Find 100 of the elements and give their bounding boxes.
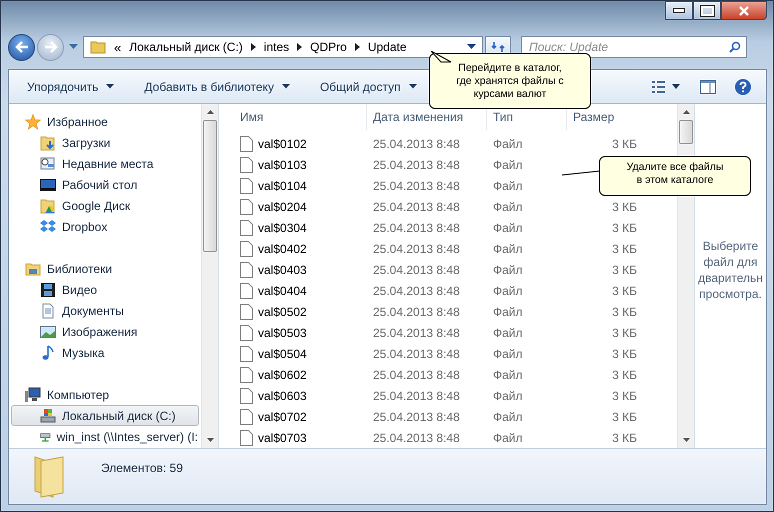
desktop-icon (40, 176, 56, 192)
scrollbar-thumb[interactable] (679, 120, 693, 144)
table-cell-text: 25.04.2013 8:48 (372, 430, 461, 444)
picture-icon (40, 324, 56, 340)
column-header[interactable]: Имя (234, 104, 367, 130)
caret-icon (282, 84, 290, 89)
address-bar[interactable]: « Локальный диск (C:) intes QDPro Update (83, 36, 483, 58)
download-folder-icon (40, 134, 56, 150)
preview-text: файл для (703, 254, 758, 270)
table-cell-text: Файл (492, 220, 524, 234)
file-name[interactable]: val$0603 (258, 388, 307, 402)
library-icon (25, 260, 41, 276)
file-name[interactable]: val$0104 (258, 178, 307, 192)
table-cell-text: 3 КБ (611, 304, 638, 318)
table-cell-text: 25.04.2013 8:48 (372, 388, 461, 402)
film-icon (40, 282, 56, 298)
file-icon (240, 262, 253, 278)
history-caret-icon[interactable] (69, 44, 78, 50)
navigation-item[interactable]: Google Диск (11, 195, 199, 216)
navigation-item[interactable]: Документы (11, 300, 199, 321)
file-name[interactable]: val$0204 (258, 200, 307, 214)
breadcrumb-arrow-icon[interactable] (297, 43, 302, 51)
table-cell-text: Файл (492, 158, 524, 172)
scroll-down-arrow-icon[interactable] (682, 438, 690, 442)
scrollbar-thumb[interactable] (203, 120, 217, 252)
table-cell-text: 25.04.2013 8:48 (372, 220, 461, 234)
file-name[interactable]: val$0102 (258, 136, 307, 150)
table-cell-text: 3 КБ (611, 388, 638, 402)
table-cell-text: Файл (492, 262, 524, 276)
maximize-button[interactable] (693, 1, 721, 20)
table-cell-text: 25.04.2013 8:48 (372, 178, 461, 192)
table-cell-text: 25.04.2013 8:48 (372, 136, 461, 150)
navigation-item[interactable]: Музыка (11, 342, 199, 363)
file-name[interactable]: val$0103 (258, 158, 307, 172)
table-cell-text: Файл (492, 136, 524, 150)
toolbar-menu-button[interactable]: Добавить в библиотеку (138, 76, 296, 96)
navigation-group-header[interactable]: Библиотеки (9, 258, 201, 279)
overflow-chevron[interactable]: « (114, 40, 122, 54)
dropdown-caret-icon[interactable] (467, 44, 476, 50)
breadcrumb-arrow-icon[interactable] (250, 43, 256, 51)
computer-icon (25, 386, 41, 402)
refresh-icon (491, 40, 505, 54)
table-cell-text: 3 КБ (611, 262, 638, 276)
breadcrumb[interactable]: intes (264, 40, 290, 54)
table-cell-text: Файл (492, 304, 524, 318)
table-cell-text: 3 КБ (611, 136, 638, 150)
breadcrumb[interactable]: Локальный диск (C:) (129, 40, 243, 54)
minimize-button[interactable] (665, 1, 693, 20)
forward-arrow-icon (44, 41, 58, 53)
file-name[interactable]: val$0504 (258, 346, 307, 360)
navigation-item[interactable]: Видео (11, 279, 199, 300)
file-name[interactable]: val$0403 (258, 262, 307, 276)
music-note-icon (40, 344, 56, 360)
item-count-text: Элементов: 59 (101, 461, 183, 475)
table-cell-text: Файл (492, 346, 524, 360)
navigation-item[interactable]: Dropbox (11, 216, 199, 237)
file-icon (240, 136, 253, 152)
breadcrumb[interactable]: Update (368, 40, 407, 54)
navigation-item[interactable]: Локальный диск (C:) (11, 405, 199, 426)
navigation-group-header[interactable]: Компьютер (9, 384, 201, 405)
toolbar-menu-button[interactable]: Общий доступ (314, 76, 423, 96)
search-box[interactable]: Поиск: Update (521, 36, 747, 58)
vertical-scrollbar[interactable] (201, 104, 218, 448)
table-cell-text: 25.04.2013 8:48 (372, 242, 461, 256)
file-name[interactable]: val$0703 (258, 430, 307, 444)
recent-places-icon (40, 156, 56, 172)
table-cell-text: 25.04.2013 8:48 (372, 346, 461, 360)
file-icon (240, 346, 253, 362)
file-icon (240, 282, 253, 298)
table-cell-text: 25.04.2013 8:48 (372, 262, 461, 276)
navigation-item[interactable]: Изображения (11, 321, 199, 342)
file-name[interactable]: val$0503 (258, 326, 307, 340)
navigation-item[interactable]: Рабочий стол (11, 174, 199, 195)
table-cell-text: 3 КБ (611, 346, 638, 360)
caret-icon (408, 84, 417, 89)
back-button[interactable] (8, 34, 35, 60)
table-cell-text: Файл (492, 388, 524, 402)
navigation-item[interactable]: Недавние места (11, 153, 199, 174)
file-name[interactable]: val$0404 (258, 284, 307, 298)
scroll-down-arrow-icon[interactable] (206, 438, 214, 442)
file-name[interactable]: val$0602 (258, 368, 307, 382)
scroll-up-arrow-icon[interactable] (206, 110, 214, 114)
file-icon (240, 408, 253, 424)
file-icon (240, 198, 253, 214)
breadcrumb[interactable]: QDPro (310, 40, 347, 54)
scroll-up-arrow-icon[interactable] (682, 110, 690, 114)
file-name[interactable]: val$0304 (258, 220, 307, 234)
toolbar-menu-button[interactable]: Упорядочить (21, 76, 120, 96)
search-icon (729, 41, 741, 53)
file-name[interactable]: val$0502 (258, 304, 307, 318)
navigation-group-header[interactable]: Избранное (9, 111, 201, 132)
close-button[interactable] (721, 1, 767, 20)
file-name[interactable]: val$0702 (258, 410, 307, 424)
navigation-item[interactable]: win_inst (\\Intes_server) (I: (11, 426, 199, 447)
table-cell-text: Файл (492, 178, 524, 192)
file-name[interactable]: val$0402 (258, 242, 307, 256)
preview-text: Выберите (702, 238, 758, 254)
navigation-item[interactable]: Загрузки (11, 132, 199, 153)
table-cell-text: 3 КБ (611, 368, 638, 382)
breadcrumb-arrow-icon[interactable] (354, 43, 360, 51)
